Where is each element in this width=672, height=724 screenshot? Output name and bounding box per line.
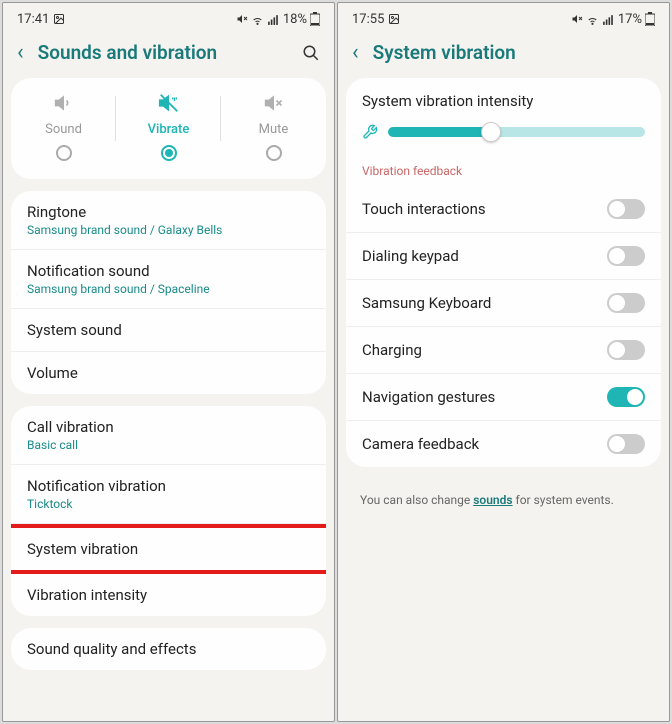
navigation-gestures-row[interactable]: Navigation gestures: [346, 374, 661, 421]
sound-settings-card: Ringtone Samsung brand sound / Galaxy Be…: [11, 191, 326, 394]
vibrate-icon: [158, 92, 180, 114]
mute-icon: [236, 13, 248, 25]
wifi-icon: [251, 13, 264, 26]
mode-sound[interactable]: Sound: [11, 88, 116, 165]
radio-sound[interactable]: [56, 145, 72, 161]
samsung-keyboard-toggle[interactable]: [607, 293, 645, 313]
sounds-link[interactable]: sounds: [473, 493, 512, 507]
samsung-keyboard-row[interactable]: Samsung Keyboard: [346, 280, 661, 327]
system-sound-row[interactable]: System sound: [11, 309, 326, 352]
status-bar: 17:41 18%: [3, 3, 334, 31]
mode-vibrate[interactable]: Vibrate: [116, 88, 221, 165]
volume-title: Volume: [27, 364, 310, 382]
notification-sound-title: Notification sound: [27, 262, 310, 280]
radio-vibrate[interactable]: [161, 145, 177, 161]
touch-interactions-toggle[interactable]: [607, 199, 645, 219]
footer-note: You can also change sounds for system ev…: [346, 479, 661, 521]
touch-interactions-row[interactable]: Touch interactions: [346, 186, 661, 233]
volume-row[interactable]: Volume: [11, 352, 326, 394]
back-icon[interactable]: ‹: [352, 42, 359, 64]
battery-icon: [310, 12, 320, 26]
left-screenshot: 17:41 18%: [2, 2, 335, 722]
ringtone-row[interactable]: Ringtone Samsung brand sound / Galaxy Be…: [11, 191, 326, 250]
charging-toggle[interactable]: [607, 340, 645, 360]
radio-mute[interactable]: [266, 145, 282, 161]
wifi-icon: [586, 13, 599, 26]
mute-icon: [571, 13, 583, 25]
intensity-card: System vibration intensity Vibration fee…: [346, 78, 661, 467]
vibration-intensity-row[interactable]: Vibration intensity: [11, 574, 326, 616]
page-title: Sounds and vibration: [38, 41, 288, 64]
sound-quality-title: Sound quality and effects: [27, 640, 310, 658]
footer-pre: You can also change: [360, 493, 473, 507]
dialing-keypad-title: Dialing keypad: [362, 247, 607, 265]
wrench-icon: [362, 124, 378, 140]
vibration-intensity-title: Vibration intensity: [27, 586, 310, 604]
mode-sound-label: Sound: [45, 122, 82, 137]
charging-row[interactable]: Charging: [346, 327, 661, 374]
battery-text: 17%: [618, 12, 642, 27]
mode-mute[interactable]: Mute: [221, 88, 326, 165]
picture-icon: [53, 13, 65, 25]
camera-feedback-toggle[interactable]: [607, 434, 645, 454]
effects-card: Sound quality and effects: [11, 628, 326, 670]
battery-icon: [645, 12, 655, 26]
back-icon[interactable]: ‹: [17, 42, 24, 64]
intensity-title: System vibration intensity: [362, 92, 645, 110]
notification-vibration-title: Notification vibration: [27, 477, 310, 495]
signal-icon: [602, 13, 615, 26]
signal-icon: [267, 13, 280, 26]
notification-vibration-sub: Ticktock: [27, 497, 310, 511]
system-sound-title: System sound: [27, 321, 310, 339]
sound-quality-row[interactable]: Sound quality and effects: [11, 628, 326, 670]
intensity-slider[interactable]: [388, 127, 645, 137]
call-vibration-title: Call vibration: [27, 418, 310, 436]
camera-feedback-title: Camera feedback: [362, 435, 607, 453]
notification-vibration-row[interactable]: Notification vibration Ticktock: [11, 465, 326, 524]
system-vibration-title: System vibration: [27, 540, 310, 558]
dialing-keypad-row[interactable]: Dialing keypad: [346, 233, 661, 280]
mode-selector-card: Sound Vibrate Mute: [11, 78, 326, 179]
navigation-gestures-toggle[interactable]: [607, 387, 645, 407]
call-vibration-row[interactable]: Call vibration Basic call: [11, 406, 326, 465]
mute-mode-icon: [264, 92, 284, 114]
notification-sound-row[interactable]: Notification sound Samsung brand sound /…: [11, 250, 326, 309]
ringtone-sub: Samsung brand sound / Galaxy Bells: [27, 223, 310, 237]
page-title: System vibration: [373, 41, 655, 64]
call-vibration-sub: Basic call: [27, 438, 310, 452]
highlight-box: System vibration: [11, 524, 326, 574]
sound-icon: [54, 92, 74, 114]
mode-vibrate-label: Vibrate: [148, 122, 190, 137]
footer-post: for system events.: [513, 493, 614, 507]
search-icon[interactable]: [302, 44, 320, 62]
header: ‹ Sounds and vibration: [3, 31, 334, 78]
camera-feedback-row[interactable]: Camera feedback: [346, 421, 661, 467]
notification-sound-sub: Samsung brand sound / Spaceline: [27, 282, 310, 296]
vibration-settings-card: Call vibration Basic call Notification v…: [11, 406, 326, 616]
slider-thumb[interactable]: [481, 122, 501, 142]
battery-text: 18%: [283, 12, 307, 27]
status-time: 17:41: [17, 12, 49, 27]
system-vibration-row[interactable]: System vibration: [11, 528, 326, 570]
right-screenshot: 17:55 17%: [337, 2, 670, 722]
status-bar: 17:55 17%: [338, 3, 669, 31]
picture-icon: [388, 13, 400, 25]
ringtone-title: Ringtone: [27, 203, 310, 221]
mode-mute-label: Mute: [259, 122, 289, 137]
header: ‹ System vibration: [338, 31, 669, 78]
status-time: 17:55: [352, 12, 384, 27]
charging-title: Charging: [362, 341, 607, 359]
touch-interactions-title: Touch interactions: [362, 200, 607, 218]
dialing-keypad-toggle[interactable]: [607, 246, 645, 266]
navigation-gestures-title: Navigation gestures: [362, 388, 607, 406]
samsung-keyboard-title: Samsung Keyboard: [362, 294, 607, 312]
feedback-section-label: Vibration feedback: [346, 160, 661, 186]
